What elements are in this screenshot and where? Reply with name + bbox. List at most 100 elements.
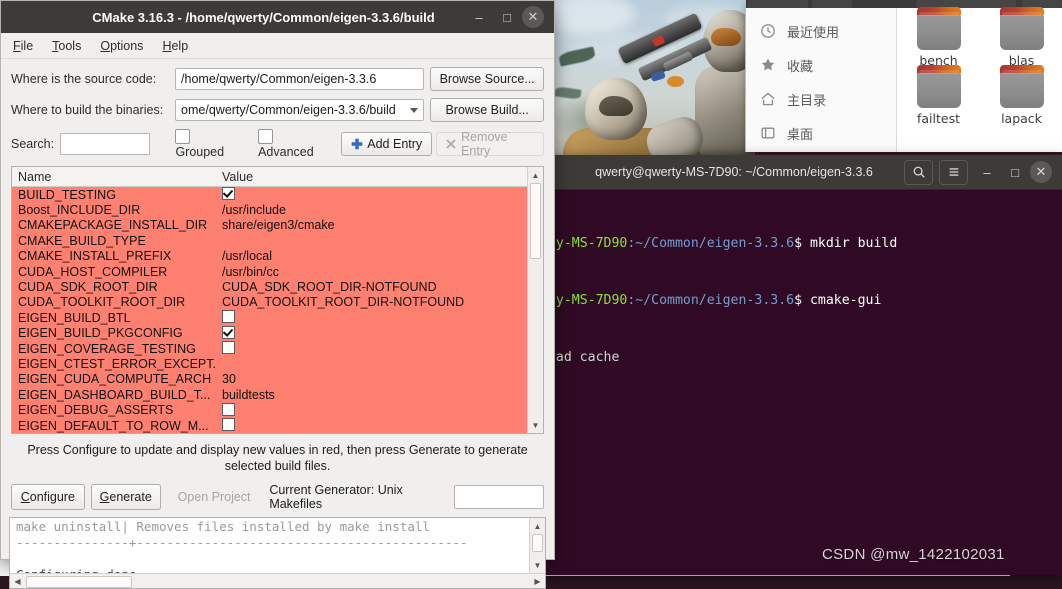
scroll-up-arrow-icon[interactable]: ▲ <box>528 167 543 183</box>
table-row[interactable]: EIGEN_ENABLE_LAPACK_TESTS <box>12 433 543 434</box>
variable-checkbox[interactable] <box>222 403 235 416</box>
cmake-maximize-button[interactable]: □ <box>494 4 520 30</box>
build-input[interactable]: ome/qwerty/Common/eigen-3.3.6/build <box>175 99 424 121</box>
terminal-minimize-button[interactable]: – <box>974 159 1000 185</box>
table-row[interactable]: EIGEN_CUDA_COMPUTE_ARCH30 <box>12 372 543 387</box>
cmake-close-button[interactable]: ✕ <box>522 6 544 28</box>
variable-value[interactable] <box>217 187 543 202</box>
scrollbar-track[interactable] <box>528 183 543 417</box>
folder-icon <box>917 70 961 108</box>
menu-file[interactable]: File <box>13 39 33 53</box>
variable-value[interactable]: /usr/include <box>217 203 543 217</box>
search-input[interactable] <box>60 133 150 155</box>
table-row[interactable]: EIGEN_COVERAGE_TESTING <box>12 341 543 356</box>
sidebar-item-desktop[interactable]: 桌面 <box>746 116 896 150</box>
variable-value[interactable] <box>217 403 543 418</box>
file-manager-file-grid[interactable]: bench blas failtest lapack <box>897 0 1062 152</box>
variable-value[interactable]: buildtests <box>217 388 543 402</box>
cmake-gui-window[interactable]: CMake 3.16.3 - /home/qwerty/Common/eigen… <box>0 0 555 560</box>
variable-value[interactable] <box>217 326 543 341</box>
variable-checkbox[interactable] <box>222 326 235 339</box>
table-row[interactable]: EIGEN_DASHBOARD_BUILD_T...buildtests <box>12 387 543 402</box>
output-scroll-down-icon[interactable]: ▼ <box>530 557 545 573</box>
table-row[interactable]: CUDA_HOST_COMPILER/usr/bin/cc <box>12 264 543 279</box>
menu-tools[interactable]: Tools <box>52 39 81 53</box>
output-horizontal-scrollbar[interactable]: ◀ ▶ <box>10 573 545 588</box>
sidebar-item-recent[interactable]: 最近使用 <box>746 14 896 48</box>
variable-checkbox[interactable] <box>222 187 235 200</box>
table-row[interactable]: CMAKEPACKAGE_INSTALL_DIRshare/eigen3/cma… <box>12 218 543 233</box>
output-scroll-right-icon[interactable]: ▶ <box>530 574 545 588</box>
variable-value[interactable]: /usr/local <box>217 249 543 263</box>
variable-value[interactable] <box>217 310 543 325</box>
file-manager-window[interactable]: 最近使用 收藏 主目录 桌面 <box>745 0 1062 152</box>
generator-input[interactable] <box>454 485 544 509</box>
table-row[interactable]: EIGEN_BUILD_PKGCONFIG <box>12 326 543 341</box>
variable-checkbox[interactable] <box>222 310 235 323</box>
folder-item[interactable]: blas <box>980 12 1062 68</box>
table-row[interactable]: Boost_INCLUDE_DIR/usr/include <box>12 202 543 217</box>
table-row[interactable]: EIGEN_DEBUG_ASSERTS <box>12 402 543 417</box>
folder-item[interactable]: lapack <box>980 70 1062 126</box>
table-row[interactable]: EIGEN_BUILD_BTL <box>12 310 543 325</box>
open-project-button[interactable]: Open Project <box>167 484 262 510</box>
output-scrollbar-track[interactable] <box>530 534 545 557</box>
table-row[interactable]: BUILD_TESTING <box>12 187 543 202</box>
sidebar-item-label: 收藏 <box>787 56 813 75</box>
cmake-menubar[interactable]: File Tools Options Help <box>1 33 554 59</box>
terminal-output[interactable]: rty-MS-7D90:~/Common/eigen-3.3.6$ mkdir … <box>540 190 1062 405</box>
output-scroll-left-icon[interactable]: ◀ <box>10 574 25 588</box>
add-entry-button[interactable]: Add Entry <box>341 132 432 156</box>
cache-variable-table[interactable]: Name Value BUILD_TESTINGBoost_INCLUDE_DI… <box>11 166 544 434</box>
variable-value[interactable]: 30 <box>217 372 543 386</box>
source-input[interactable]: /home/qwerty/Common/eigen-3.3.6 <box>175 68 424 90</box>
advanced-checkbox[interactable]: Advanced <box>258 129 331 159</box>
folder-item[interactable]: failtest <box>897 70 980 126</box>
cmake-window-title: CMake 3.16.3 - /home/qwerty/Common/eigen… <box>1 10 466 25</box>
terminal-maximize-button[interactable]: □ <box>1002 159 1028 185</box>
menu-options[interactable]: Options <box>100 39 143 53</box>
chevron-down-icon[interactable] <box>410 108 418 113</box>
table-row[interactable]: EIGEN_CTEST_ERROR_EXCEPT... <box>12 356 543 371</box>
terminal-window[interactable]: qwerty@qwerty-MS-7D90: ~/Common/eigen-3.… <box>540 155 1062 575</box>
table-vertical-scrollbar[interactable]: ▲ ▼ <box>527 167 543 433</box>
cmake-output-console[interactable]: make uninstall| Removes files installed … <box>9 517 546 589</box>
table-row[interactable]: CUDA_SDK_ROOT_DIRCUDA_SDK_ROOT_DIR-NOTFO… <box>12 279 543 294</box>
variable-value[interactable] <box>217 341 543 356</box>
variable-value[interactable] <box>217 433 543 434</box>
remove-entry-button[interactable]: Remove Entry <box>436 132 544 156</box>
variable-checkbox[interactable] <box>222 341 235 354</box>
table-row[interactable]: CMAKE_BUILD_TYPE <box>12 233 543 248</box>
sidebar-item-home[interactable]: 主目录 <box>746 82 896 116</box>
scrollbar-thumb[interactable] <box>530 183 541 259</box>
variable-checkbox[interactable] <box>222 418 235 431</box>
generate-button[interactable]: Generate <box>91 484 161 510</box>
output-vertical-scrollbar[interactable]: ▲ ▼ <box>529 518 545 573</box>
file-manager-sidebar[interactable]: 最近使用 收藏 主目录 桌面 <box>746 0 897 152</box>
variable-value[interactable]: /usr/bin/cc <box>217 265 543 279</box>
output-scroll-up-icon[interactable]: ▲ <box>530 518 545 534</box>
search-icon[interactable] <box>904 160 933 185</box>
scroll-down-arrow-icon[interactable]: ▼ <box>528 417 543 433</box>
terminal-close-button[interactable]: ✕ <box>1030 161 1052 183</box>
cmake-minimize-button[interactable]: – <box>466 4 492 30</box>
grouped-checkbox[interactable]: Grouped <box>175 129 242 159</box>
sidebar-item-starred[interactable]: 收藏 <box>746 48 896 82</box>
variable-checkbox[interactable] <box>222 433 235 434</box>
table-row[interactable]: CUDA_TOOLKIT_ROOT_DIRCUDA_TOOLKIT_ROOT_D… <box>12 295 543 310</box>
output-scrollbar-thumb[interactable] <box>532 534 543 552</box>
output-hscrollbar-thumb[interactable] <box>26 576 132 588</box>
browse-source-button[interactable]: Browse Source... <box>430 67 544 91</box>
table-body[interactable]: BUILD_TESTINGBoost_INCLUDE_DIR/usr/inclu… <box>12 187 543 434</box>
hamburger-icon[interactable] <box>939 160 968 185</box>
menu-help[interactable]: Help <box>162 39 188 53</box>
variable-value[interactable]: CUDA_TOOLKIT_ROOT_DIR-NOTFOUND <box>217 295 543 309</box>
browse-build-button[interactable]: Browse Build... <box>430 98 544 122</box>
variable-value[interactable] <box>217 418 543 433</box>
table-row[interactable]: EIGEN_DEFAULT_TO_ROW_M... <box>12 418 543 433</box>
variable-value[interactable]: share/eigen3/cmake <box>217 218 543 232</box>
folder-item[interactable]: bench <box>897 12 980 68</box>
configure-button[interactable]: Configure <box>11 484 85 510</box>
variable-value[interactable]: CUDA_SDK_ROOT_DIR-NOTFOUND <box>217 280 543 294</box>
table-row[interactable]: CMAKE_INSTALL_PREFIX/usr/local <box>12 249 543 264</box>
